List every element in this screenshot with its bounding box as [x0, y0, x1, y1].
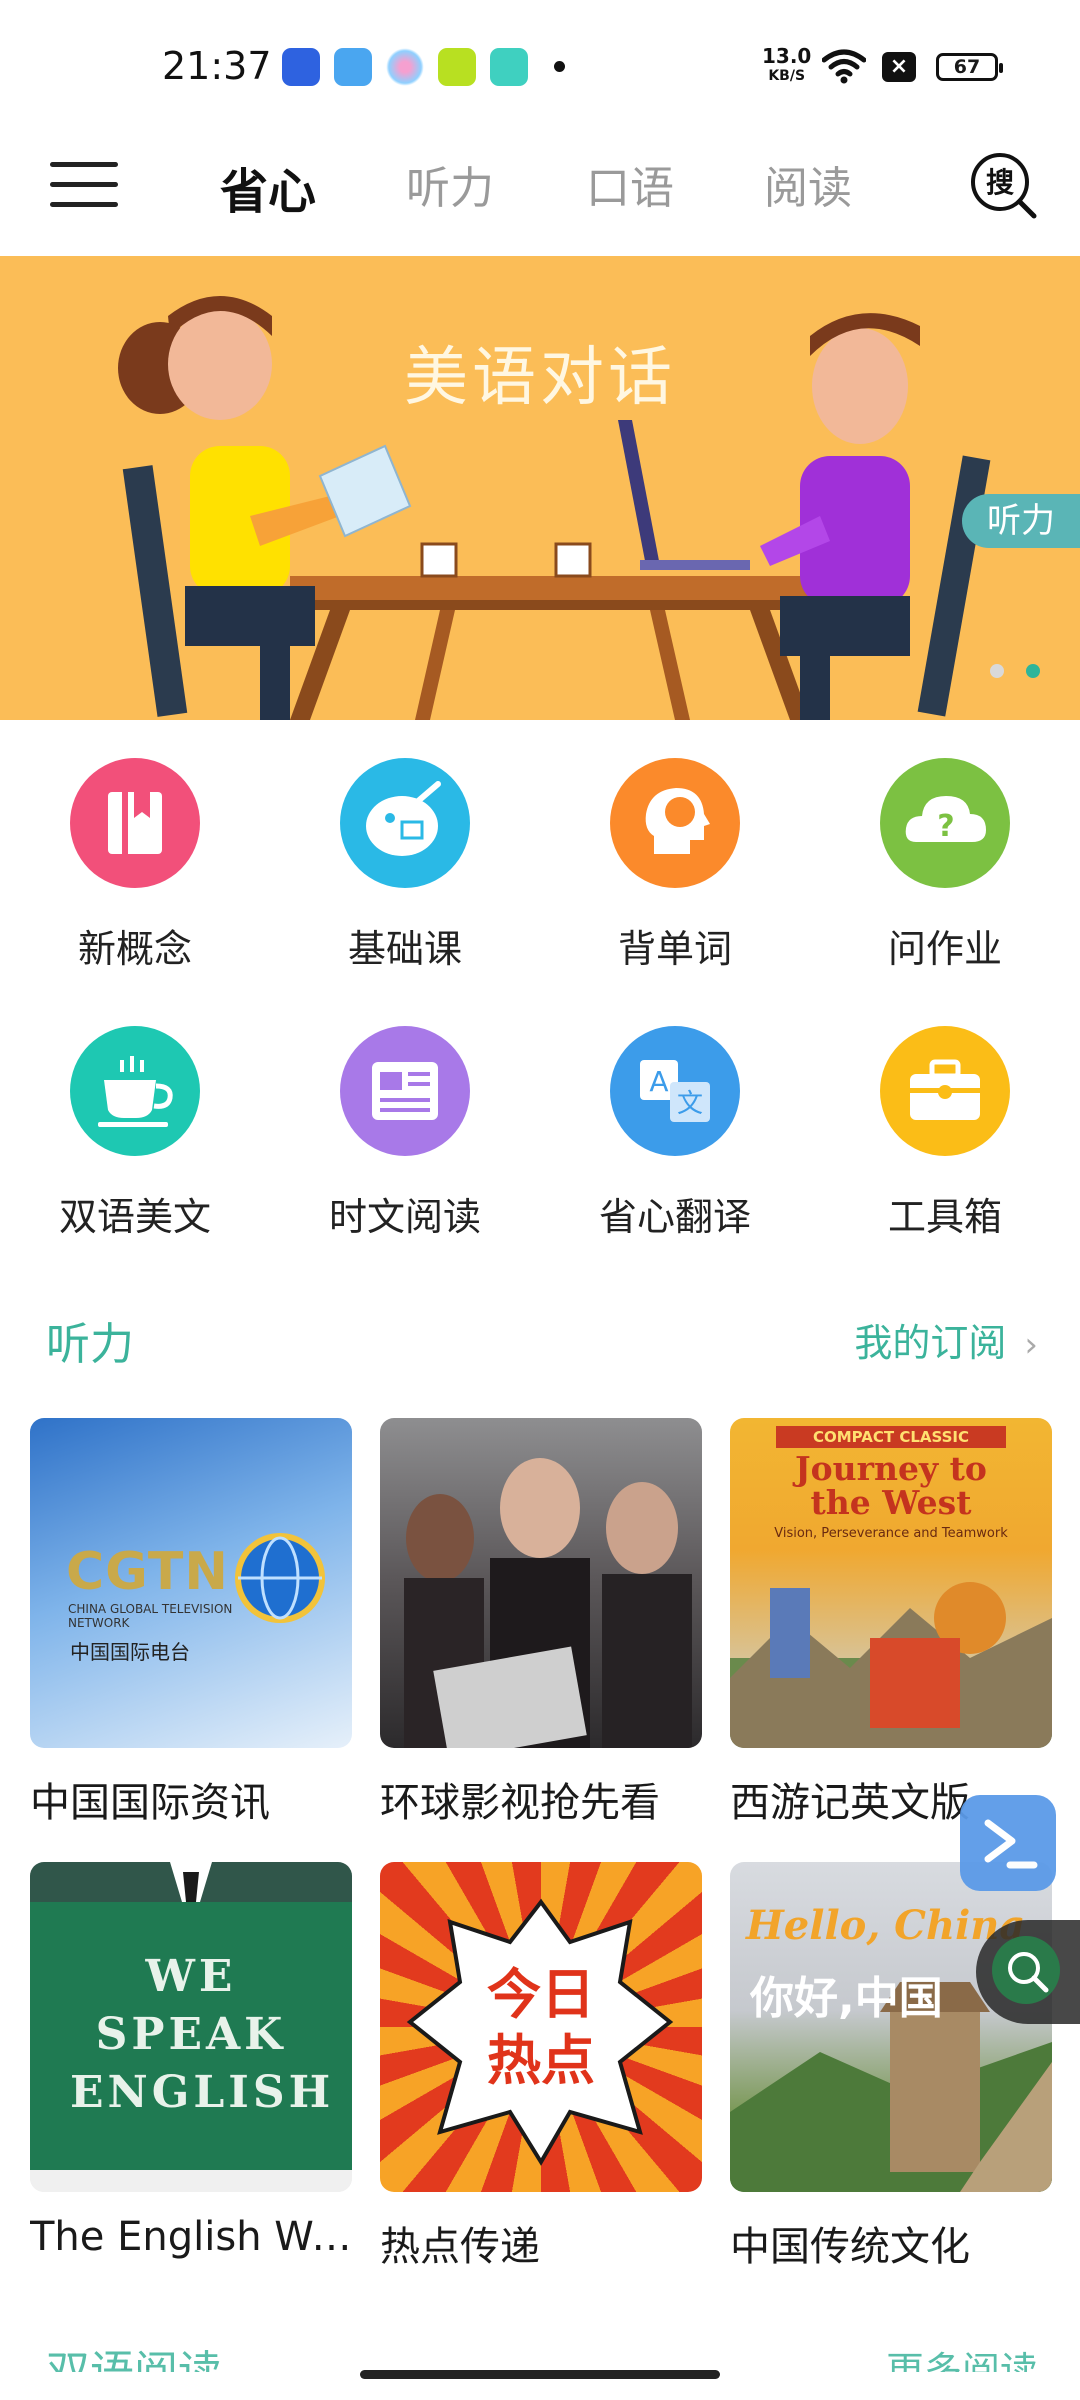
notification-dot — [554, 61, 565, 72]
video-app-icon — [438, 48, 476, 86]
cloud-question-icon: ? — [880, 758, 1010, 888]
feature-label: 双语美文 — [58, 1195, 211, 1239]
cgtn-chinese-name: 中国国际电台 — [70, 1640, 190, 1664]
feature-label: 新概念 — [77, 927, 192, 971]
more-link-next[interactable]: 更多阅读 — [886, 2340, 1038, 2372]
journey-subtitle: Vision, Perseverance and Teamwork — [774, 1526, 1008, 1541]
svg-text:?: ? — [937, 809, 954, 844]
magnifier-icon — [992, 1936, 1060, 2004]
card-thumbnail: COMPACT CLASSIC Journey to the West Visi… — [730, 1418, 1052, 1748]
journey-badge: COMPACT CLASSIC — [776, 1426, 1006, 1448]
banner-pager-dot — [990, 664, 1004, 678]
card-we-speak-english[interactable]: WE SPEAK ENGLISH The English We... — [30, 1862, 360, 2260]
palette-brush-icon — [340, 758, 470, 888]
feature-new-concept[interactable]: 新概念 — [0, 758, 270, 973]
sim-off-icon: × — [882, 52, 916, 82]
banner-title: 美语对话 — [404, 341, 676, 415]
floating-search-button[interactable] — [976, 1920, 1080, 2024]
card-thumbnail: WE SPEAK ENGLISH — [30, 1862, 352, 2192]
wifi-icon — [822, 49, 866, 84]
chevron-right-icon: › — [1024, 1325, 1038, 1365]
we-speak-english-text: WE SPEAK ENGLISH — [70, 1951, 335, 2118]
status-time: 21:37 — [162, 44, 272, 88]
card-title: 热点传递 — [380, 2224, 540, 2270]
promo-banner[interactable]: 美语对话 听力 — [0, 256, 1080, 720]
feature-label: 时文阅读 — [328, 1195, 481, 1239]
card-hot-topics[interactable]: 今日热点 热点传递 — [380, 1862, 702, 2272]
cgtn-subtitle: CHINA GLOBAL TELEVISION NETWORK — [68, 1602, 233, 1630]
network-speed: 13.0 KB/S — [762, 44, 812, 84]
card-title: The English We... — [30, 2214, 360, 2260]
magic-app-icon — [490, 48, 528, 86]
search-button[interactable]: 搜 — [970, 152, 1038, 220]
card-journey-west[interactable]: COMPACT CLASSIC Journey to the West Visi… — [730, 1418, 1052, 1828]
my-subscriptions-link[interactable]: 我的订阅 › — [854, 1312, 1038, 1367]
feature-label: 基础课 — [347, 927, 462, 971]
hot-topics-text: 今日热点 — [487, 1963, 595, 2092]
status-bar: 21:37 13.0 KB/S × 67 — [0, 0, 1080, 130]
tab-speaking[interactable]: 口语 — [586, 152, 674, 216]
toolbox-icon — [880, 1026, 1010, 1156]
feature-current-reading[interactable]: 时文阅读 — [270, 1026, 540, 1241]
feature-label: 工具箱 — [887, 1195, 1002, 1239]
card-thumbnail: CGTN CHINA GLOBAL TELEVISION NETWORK 中国国… — [30, 1418, 352, 1748]
tab-reading[interactable]: 阅读 — [764, 152, 852, 216]
flashlight-app-icon — [282, 48, 320, 86]
floating-terminal-button[interactable] — [960, 1795, 1056, 1891]
menu-icon[interactable] — [50, 156, 118, 212]
card-title: 中国传统文化 — [730, 2224, 970, 2270]
feature-vocabulary[interactable]: 背单词 — [540, 758, 810, 973]
translate-icon: A 文 — [610, 1026, 740, 1156]
section-title-next: 双语阅读 — [46, 2336, 222, 2372]
section-title-listening: 听力 — [46, 1319, 134, 1370]
feature-translate[interactable]: A 文 省心翻译 — [540, 1026, 810, 1241]
banner-pager-dot-active — [1026, 664, 1040, 678]
coffee-cup-icon — [70, 1026, 200, 1156]
card-movies[interactable]: 环球影视抢先看 — [380, 1418, 702, 1828]
card-thumbnail: 今日热点 — [380, 1862, 702, 2192]
tab-listening[interactable]: 听力 — [406, 152, 494, 216]
feature-toolbox[interactable]: 工具箱 — [810, 1026, 1080, 1241]
journey-title: Journey to the West — [795, 1449, 987, 1522]
bookmark-book-icon — [70, 758, 200, 888]
feature-label: 问作业 — [887, 927, 1002, 971]
feature-label: 背单词 — [617, 927, 732, 971]
card-thumbnail — [380, 1418, 702, 1748]
feature-bilingual-essays[interactable]: 双语美文 — [0, 1026, 270, 1241]
terminal-icon — [984, 1819, 1038, 1869]
tab-shengxin[interactable]: 省心 — [220, 152, 316, 222]
card-cgtn[interactable]: CGTN CHINA GLOBAL TELEVISION NETWORK 中国国… — [30, 1418, 352, 1828]
card-title: 中国国际资讯 — [30, 1780, 270, 1826]
svg-text:文: 文 — [677, 1089, 703, 1119]
weather-app-icon — [334, 48, 372, 86]
banner-tag[interactable]: 听力 — [962, 494, 1080, 548]
card-thumbnail: Hello, China 你好,中国 — [730, 1862, 1052, 2192]
svg-text:A: A — [649, 1065, 668, 1098]
feature-basic-course[interactable]: 基础课 — [270, 758, 540, 973]
colorful-app-icon — [386, 48, 424, 86]
home-indicator[interactable] — [360, 2370, 720, 2379]
feature-homework[interactable]: ? 问作业 — [810, 758, 1080, 973]
newspaper-icon — [340, 1026, 470, 1156]
search-icon: 搜 — [971, 153, 1037, 219]
top-nav: 省心 听力 口语 阅读 搜 — [0, 130, 1080, 256]
svg-text:搜: 搜 — [986, 166, 1014, 199]
card-title: 环球影视抢先看 — [380, 1780, 660, 1826]
cgtn-logo-text: CGTN — [66, 1542, 229, 1602]
head-abc-icon — [610, 758, 740, 888]
feature-label: 省心翻译 — [598, 1195, 751, 1239]
battery-icon: 67 — [936, 53, 1003, 81]
hello-china-chinese: 你好,中国 — [750, 1973, 943, 2024]
